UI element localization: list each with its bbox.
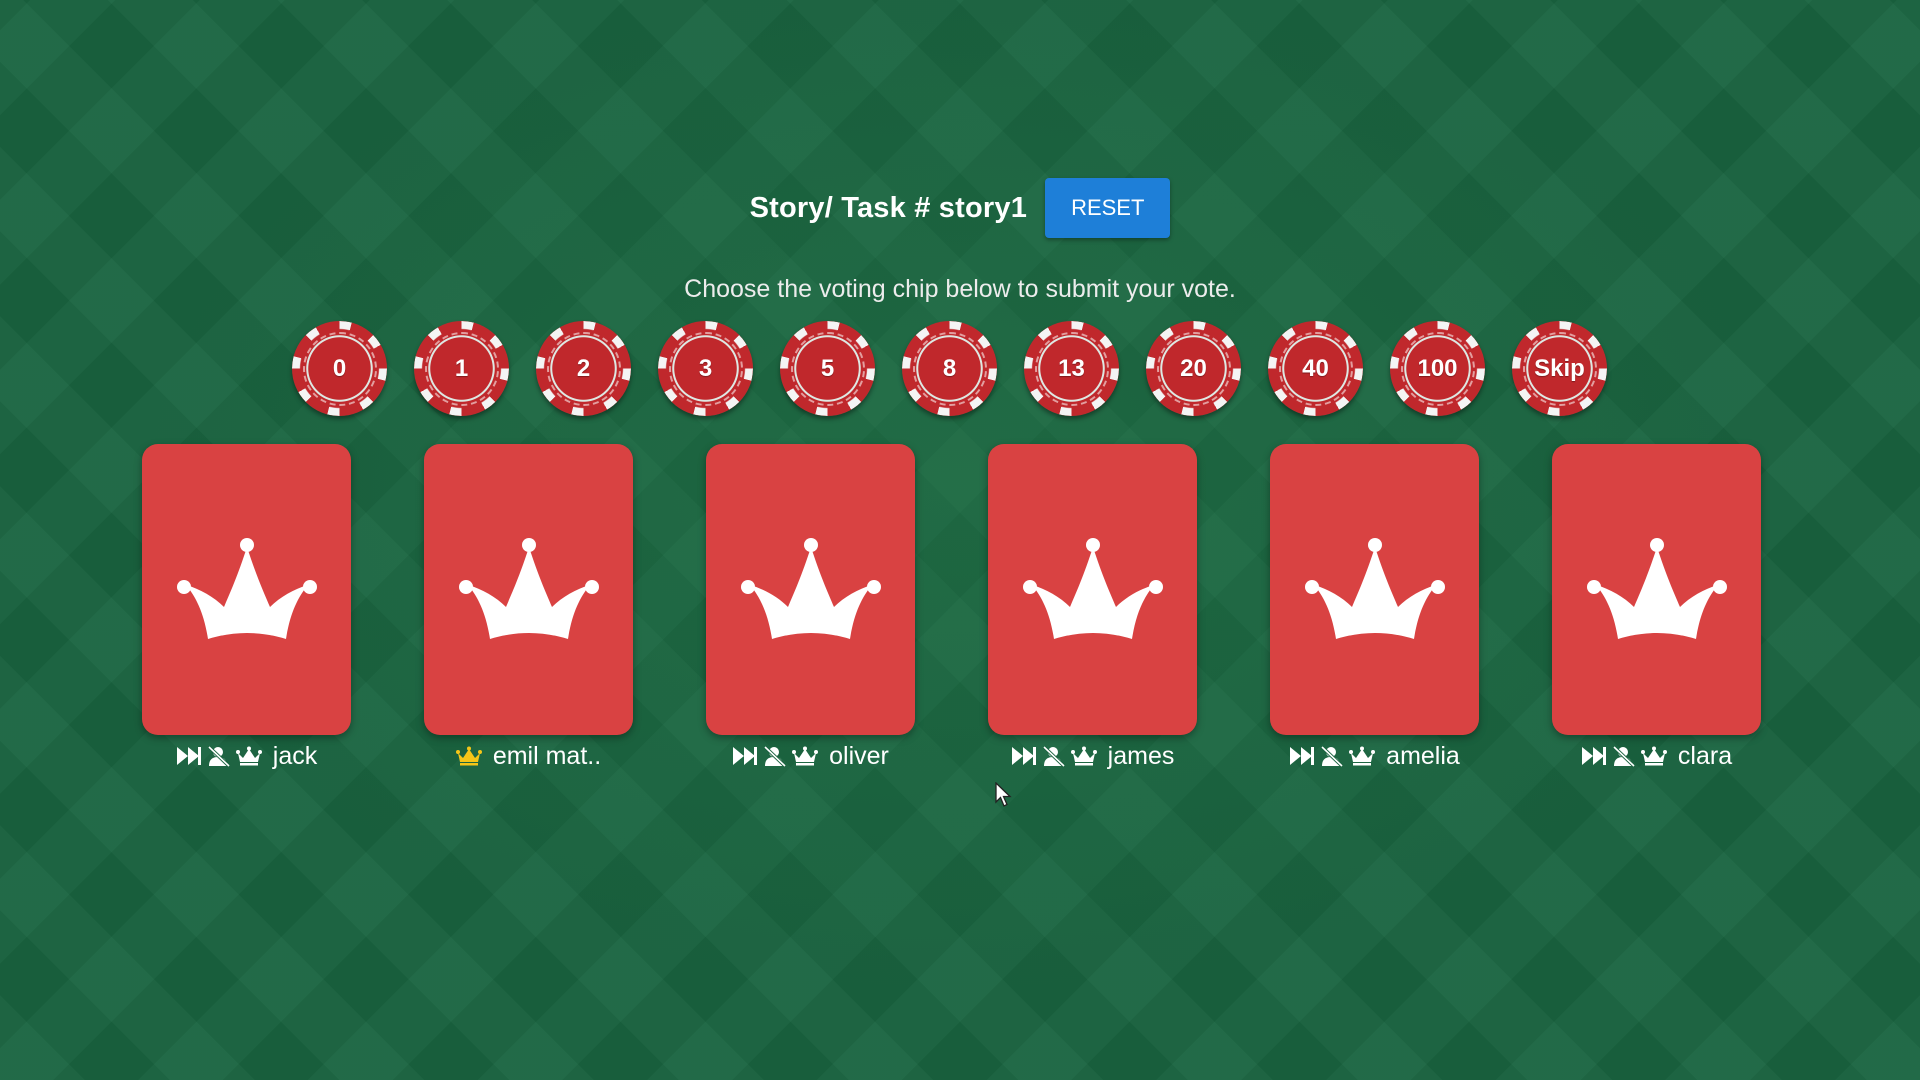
voting-chip[interactable]: 2 bbox=[536, 321, 631, 416]
player-seat: emil mat.. bbox=[424, 444, 633, 771]
voting-chip-label: 3 bbox=[698, 355, 713, 382]
player-seat: jack bbox=[142, 444, 351, 771]
crown-icon[interactable] bbox=[1349, 746, 1376, 766]
player-seat: james bbox=[988, 444, 1197, 771]
voting-chip[interactable]: 5 bbox=[780, 321, 875, 416]
crown-icon[interactable] bbox=[1070, 746, 1097, 766]
voting-chip[interactable]: 40 bbox=[1268, 321, 1363, 416]
remove-user-icon[interactable] bbox=[1320, 745, 1344, 767]
jester-crown-icon bbox=[736, 535, 886, 645]
remove-user-icon[interactable] bbox=[207, 745, 231, 767]
jester-crown-icon bbox=[1018, 535, 1168, 645]
voting-chip[interactable]: 3 bbox=[658, 321, 753, 416]
jester-crown-icon bbox=[454, 535, 604, 645]
voting-chip[interactable]: 100 bbox=[1390, 321, 1485, 416]
player-name: oliver bbox=[829, 741, 889, 770]
fast-forward-icon[interactable] bbox=[1289, 746, 1315, 766]
voting-chip[interactable]: 13 bbox=[1024, 321, 1119, 416]
remove-user-icon[interactable] bbox=[1612, 745, 1636, 767]
crown-icon[interactable] bbox=[235, 746, 262, 766]
fast-forward-icon[interactable] bbox=[176, 746, 202, 766]
crown-icon[interactable] bbox=[1640, 746, 1667, 766]
reset-button[interactable]: RESET bbox=[1045, 178, 1171, 238]
player-name: emil mat.. bbox=[492, 741, 602, 770]
voting-chip-label: 0 bbox=[332, 355, 347, 382]
remove-user-icon[interactable] bbox=[763, 745, 787, 767]
voting-chip-label: 40 bbox=[1302, 355, 1329, 382]
jester-crown-icon bbox=[1582, 535, 1732, 645]
voting-chip-label: 2 bbox=[576, 355, 591, 382]
player-info: amelia bbox=[1289, 741, 1460, 771]
story-header: Story/ Task # story1 RESET bbox=[0, 178, 1920, 238]
player-card bbox=[706, 444, 915, 735]
player-name: amelia bbox=[1386, 741, 1460, 770]
remove-user-icon[interactable] bbox=[1042, 745, 1066, 767]
player-seat: amelia bbox=[1270, 444, 1479, 771]
player-info: james bbox=[1011, 741, 1175, 771]
voting-instruction: Choose the voting chip below to submit y… bbox=[684, 275, 1236, 303]
voting-chip-label: 5 bbox=[820, 355, 835, 382]
player-seat: oliver bbox=[706, 444, 915, 771]
voting-chip-label: 1 bbox=[454, 355, 469, 382]
player-info: oliver bbox=[732, 741, 889, 771]
voting-chip-label: Skip bbox=[1534, 355, 1585, 382]
fast-forward-icon[interactable] bbox=[1581, 746, 1607, 766]
player-card bbox=[1270, 444, 1479, 735]
player-card bbox=[1552, 444, 1761, 735]
voting-chip[interactable]: 0 bbox=[292, 321, 387, 416]
mouse-cursor-icon bbox=[995, 781, 1013, 813]
voting-chip[interactable]: Skip bbox=[1512, 321, 1607, 416]
jester-crown-icon bbox=[172, 535, 322, 645]
voting-chip[interactable]: 1 bbox=[414, 321, 509, 416]
player-name: james bbox=[1107, 741, 1175, 770]
voting-chip-label: 8 bbox=[942, 355, 957, 382]
player-cards: jack emil mat.. oliver james amelia clara bbox=[142, 444, 1761, 771]
player-name: jack bbox=[272, 741, 318, 770]
fast-forward-icon[interactable] bbox=[1011, 746, 1037, 766]
player-card bbox=[142, 444, 351, 735]
crown-icon[interactable] bbox=[792, 746, 819, 766]
jester-crown-icon bbox=[1300, 535, 1450, 645]
player-name: clara bbox=[1677, 741, 1733, 770]
voting-chip-label: 100 bbox=[1417, 355, 1458, 382]
player-seat: clara bbox=[1552, 444, 1761, 771]
player-card bbox=[424, 444, 633, 735]
poker-table: Story/ Task # story1 RESET Choose the vo… bbox=[0, 0, 1920, 1080]
voting-chips: 0 1 2 3 5 8 13 20 40 100 Skip bbox=[292, 321, 1607, 416]
voting-chip-label: 20 bbox=[1180, 355, 1207, 382]
voting-chip-label: 13 bbox=[1058, 355, 1085, 382]
player-card bbox=[988, 444, 1197, 735]
player-info: jack bbox=[176, 741, 317, 771]
player-info: clara bbox=[1581, 741, 1732, 771]
fast-forward-icon[interactable] bbox=[732, 746, 758, 766]
voting-chip[interactable]: 8 bbox=[902, 321, 997, 416]
player-info: emil mat.. bbox=[455, 741, 602, 771]
voting-chip[interactable]: 20 bbox=[1146, 321, 1241, 416]
moderator-crown-icon bbox=[455, 746, 482, 766]
story-title: Story/ Task # story1 bbox=[749, 191, 1028, 224]
